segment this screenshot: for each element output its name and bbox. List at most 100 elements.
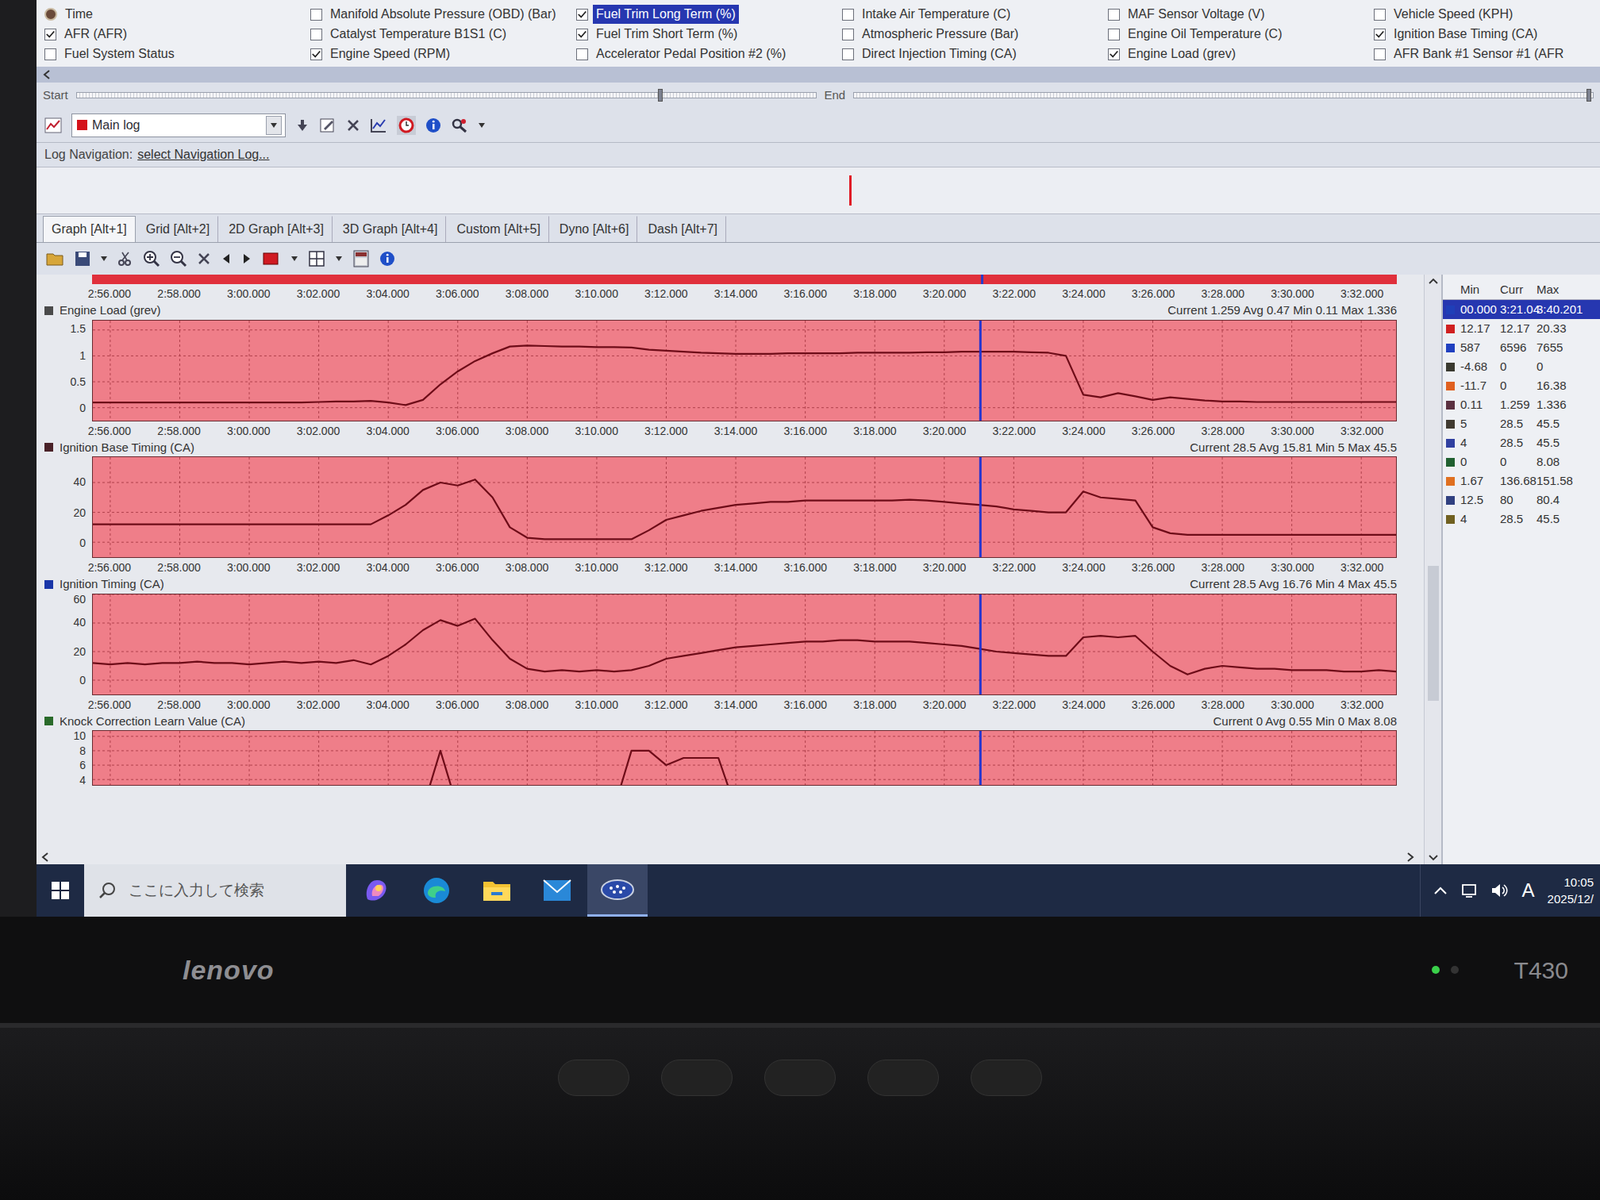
scroll-up-icon[interactable] bbox=[1428, 277, 1439, 285]
scroll-left-icon[interactable] bbox=[42, 69, 51, 80]
parameter-label[interactable]: Direct Injection Timing (CA) bbox=[858, 44, 1020, 64]
tuning-app-icon[interactable] bbox=[600, 877, 635, 902]
keyboard-key[interactable] bbox=[764, 1059, 836, 1097]
parameter-label[interactable]: Atmospheric Pressure (Bar) bbox=[858, 24, 1022, 44]
stats-row[interactable]: 528.545.5 bbox=[1442, 414, 1600, 434]
cursor-marker[interactable] bbox=[980, 274, 984, 285]
cursor-line[interactable] bbox=[979, 320, 982, 421]
parameter-item[interactable]: Fuel System Status bbox=[44, 44, 311, 64]
previous-icon[interactable] bbox=[220, 252, 232, 266]
parameter-checkbox[interactable] bbox=[576, 48, 589, 61]
chart-horizontal-scrollbar[interactable] bbox=[36, 850, 1420, 865]
keyboard-key[interactable] bbox=[661, 1059, 733, 1097]
end-slider[interactable] bbox=[853, 92, 1594, 99]
log-select-value[interactable]: Main log bbox=[92, 115, 140, 135]
open-icon[interactable] bbox=[46, 250, 66, 267]
keyboard-key[interactable] bbox=[867, 1059, 939, 1097]
edit-icon[interactable] bbox=[319, 117, 337, 134]
parameter-label[interactable]: MAF Sensor Voltage (V) bbox=[1124, 4, 1269, 24]
menu-dropdown-icon[interactable] bbox=[477, 122, 486, 129]
time-icon[interactable] bbox=[44, 7, 58, 21]
parameter-item[interactable]: Vehicle Speed (KPH) bbox=[1373, 4, 1596, 24]
chart-plot[interactable] bbox=[92, 593, 1397, 696]
parameter-label[interactable]: Engine Load (grev) bbox=[1124, 44, 1239, 64]
scroll-thumb[interactable] bbox=[1427, 565, 1439, 701]
taskbar-app[interactable] bbox=[346, 864, 407, 917]
delete-icon[interactable] bbox=[346, 118, 361, 133]
parameter-label[interactable]: Ignition Base Timing (CA) bbox=[1390, 24, 1541, 44]
parameter-item[interactable]: AFR Bank #1 Sensor #1 (AFR bbox=[1373, 44, 1596, 64]
parameter-checkbox[interactable] bbox=[310, 48, 323, 61]
parameter-label[interactable]: Fuel Trim Long Term (%) bbox=[592, 4, 739, 24]
parameter-scrollbar[interactable] bbox=[36, 66, 1600, 83]
view-tab[interactable]: 3D Graph [Alt+4] bbox=[334, 215, 447, 243]
navigation-strip[interactable] bbox=[36, 166, 1600, 215]
cut-icon[interactable] bbox=[117, 250, 134, 267]
parameter-item[interactable]: AFR (AFR) bbox=[44, 24, 311, 44]
stats-row[interactable]: -11.7016.38 bbox=[1442, 376, 1600, 396]
parameter-checkbox[interactable] bbox=[310, 8, 323, 21]
parameter-label[interactable]: Vehicle Speed (KPH) bbox=[1390, 4, 1516, 24]
search-placeholder[interactable]: ここに入力して検索 bbox=[128, 879, 265, 903]
import-icon[interactable] bbox=[295, 118, 310, 133]
windows-icon[interactable] bbox=[50, 880, 70, 900]
parameter-label[interactable]: Engine Oil Temperature (C) bbox=[1124, 24, 1285, 44]
mail-icon[interactable] bbox=[542, 878, 573, 903]
stats-row[interactable]: 12.1712.1720.33 bbox=[1442, 319, 1600, 339]
dropdown-button[interactable] bbox=[265, 115, 282, 135]
chart-vertical-scrollbar[interactable] bbox=[1423, 274, 1442, 865]
parameter-item[interactable]: Accelerator Pedal Position #2 (%) bbox=[576, 44, 843, 64]
view-tab[interactable]: Custom [Alt+5] bbox=[447, 215, 549, 243]
speaker-icon[interactable] bbox=[1490, 881, 1510, 900]
parameter-checkbox[interactable] bbox=[1107, 8, 1120, 21]
scroll-right-icon[interactable] bbox=[1406, 852, 1415, 862]
info-icon[interactable] bbox=[425, 117, 442, 134]
layout-icon[interactable] bbox=[307, 250, 326, 268]
parameter-item[interactable]: Intake Air Temperature (C) bbox=[842, 4, 1108, 24]
taskbar-app[interactable] bbox=[406, 864, 467, 917]
stats-row[interactable]: 0.111.2591.336 bbox=[1442, 395, 1600, 415]
parameter-checkbox[interactable] bbox=[1373, 28, 1386, 41]
stats-row[interactable]: 428.545.5 bbox=[1442, 433, 1600, 453]
stats-row[interactable]: 00.0003:21.043:40.201 bbox=[1442, 300, 1600, 320]
tool-icon[interactable] bbox=[450, 117, 469, 134]
start-slider[interactable] bbox=[76, 92, 817, 99]
parameter-label[interactable]: Fuel Trim Short Term (%) bbox=[592, 24, 741, 44]
scroll-down-icon[interactable] bbox=[1428, 854, 1439, 862]
parameter-item[interactable]: Ignition Base Timing (CA) bbox=[1373, 24, 1596, 44]
parameter-checkbox[interactable] bbox=[576, 8, 589, 21]
parameter-checkbox[interactable] bbox=[44, 28, 57, 41]
chart-plot[interactable] bbox=[92, 319, 1397, 422]
cursor-line[interactable] bbox=[979, 730, 982, 785]
view-tab[interactable]: Dyno [Alt+6] bbox=[550, 215, 639, 243]
record-clock-icon[interactable] bbox=[396, 115, 416, 135]
file-explorer-icon[interactable] bbox=[481, 876, 512, 904]
parameter-label[interactable]: Engine Speed (RPM) bbox=[326, 44, 454, 64]
taskbar-app[interactable] bbox=[587, 864, 648, 917]
graph-icon[interactable] bbox=[369, 117, 388, 134]
end-thumb[interactable] bbox=[1586, 88, 1592, 102]
log-select[interactable]: Main log bbox=[71, 113, 286, 138]
parameter-item[interactable]: Engine Oil Temperature (C) bbox=[1107, 24, 1374, 44]
parameter-item[interactable]: MAF Sensor Voltage (V) bbox=[1107, 4, 1374, 24]
parameter-checkbox[interactable] bbox=[1107, 48, 1120, 61]
parameter-label[interactable]: Fuel System Status bbox=[61, 44, 178, 64]
cursor-line[interactable] bbox=[979, 594, 982, 695]
taskbar-app[interactable] bbox=[526, 864, 588, 917]
zoom-in-icon[interactable] bbox=[142, 250, 161, 268]
stats-row[interactable]: 12.58080.4 bbox=[1442, 490, 1600, 510]
keyboard-key[interactable] bbox=[970, 1059, 1043, 1097]
keyboard-key[interactable] bbox=[557, 1059, 630, 1097]
parameter-checkbox[interactable] bbox=[44, 48, 57, 61]
select-navigation-log-link[interactable]: select Navigation Log... bbox=[137, 145, 270, 165]
save-dropdown-icon[interactable] bbox=[100, 255, 108, 262]
parameter-item[interactable]: Time bbox=[44, 4, 311, 24]
view-tab[interactable]: Graph [Alt+1] bbox=[42, 215, 136, 243]
parameter-checkbox[interactable] bbox=[842, 48, 854, 61]
view-tab[interactable]: Dash [Alt+7] bbox=[638, 215, 727, 243]
start-thumb[interactable] bbox=[657, 88, 663, 102]
next-icon[interactable] bbox=[241, 252, 253, 266]
clock[interactable]: 10:052025/12/ bbox=[1547, 873, 1594, 908]
parameter-checkbox[interactable] bbox=[842, 28, 854, 41]
color-icon[interactable] bbox=[261, 250, 281, 267]
